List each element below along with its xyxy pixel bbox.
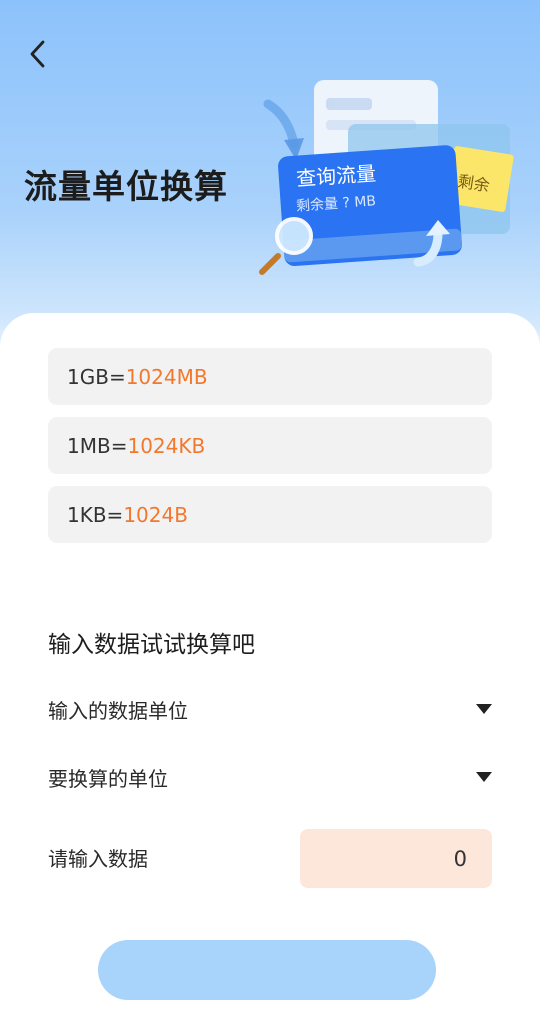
rule-gb: 1GB= 1024MB	[48, 348, 492, 405]
data-input-label: 请输入数据	[48, 847, 148, 871]
illustration-sticky-note: 剩余	[456, 171, 492, 196]
dropdown-caret-icon	[476, 704, 492, 714]
page-title: 流量单位换算	[24, 167, 228, 206]
hero-illustration: 查询流量 剩余量 ? MB 剩余	[258, 76, 520, 286]
rule-kb: 1KB= 1024B	[48, 486, 492, 543]
convert-button[interactable]	[98, 940, 436, 1000]
data-input-field[interactable]	[300, 829, 492, 888]
rule-mb-left: 1MB=	[67, 433, 128, 458]
rule-mb-right: 1024KB	[127, 433, 206, 458]
back-arrow-icon	[30, 40, 45, 68]
dropdown-caret-icon	[476, 772, 492, 782]
from-unit-label: 输入的数据单位	[48, 698, 188, 723]
converter-section-title: 输入数据试试换算吧	[48, 632, 255, 658]
rule-mb: 1MB= 1024KB	[48, 417, 492, 474]
to-unit-select[interactable]: 要换算的单位	[48, 757, 494, 797]
rule-kb-left: 1KB=	[67, 502, 124, 527]
rule-gb-left: 1GB=	[67, 364, 126, 389]
illustration-card-title: 查询流量	[295, 161, 377, 191]
rule-gb-right: 1024MB	[125, 364, 208, 389]
back-button[interactable]	[24, 38, 54, 70]
from-unit-select[interactable]: 输入的数据单位	[48, 689, 494, 729]
to-unit-label: 要换算的单位	[48, 766, 168, 791]
rule-kb-right: 1024B	[123, 502, 188, 527]
